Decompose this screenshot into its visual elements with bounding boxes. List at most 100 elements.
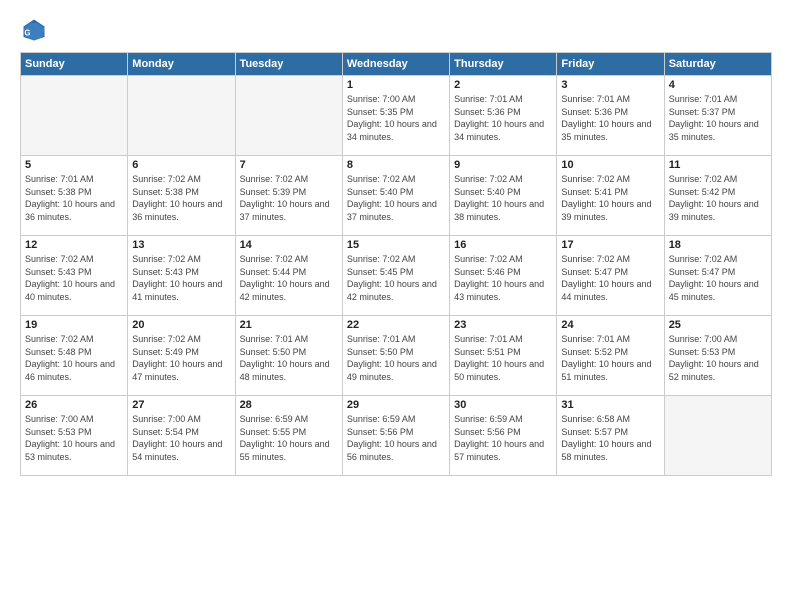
logo: G	[20, 16, 52, 44]
page: G SundayMondayTuesdayWednesdayThursdayFr…	[0, 0, 792, 612]
day-info: Sunrise: 7:02 AMSunset: 5:38 PMDaylight:…	[132, 173, 230, 223]
day-number: 5	[25, 159, 123, 171]
calendar-table: SundayMondayTuesdayWednesdayThursdayFrid…	[20, 52, 772, 476]
day-number: 10	[561, 159, 659, 171]
day-info: Sunrise: 7:01 AMSunset: 5:37 PMDaylight:…	[669, 93, 767, 143]
day-number: 26	[25, 399, 123, 411]
day-info: Sunrise: 7:00 AMSunset: 5:53 PMDaylight:…	[669, 333, 767, 383]
day-number: 24	[561, 319, 659, 331]
day-number: 13	[132, 239, 230, 251]
calendar-cell: 30Sunrise: 6:59 AMSunset: 5:56 PMDayligh…	[450, 396, 557, 476]
day-number: 20	[132, 319, 230, 331]
calendar-cell: 6Sunrise: 7:02 AMSunset: 5:38 PMDaylight…	[128, 156, 235, 236]
calendar-cell: 5 Sunrise: 7:01 AMSunset: 5:38 PMDaylight…	[21, 156, 128, 236]
day-info: Sunrise: 7:02 AMSunset: 5:43 PMDaylight:…	[132, 253, 230, 303]
day-number: 3	[561, 79, 659, 91]
weekday-header-saturday: Saturday	[664, 53, 771, 76]
calendar-cell: 11 Sunrise: 7:02 AMSunset: 5:42 PMDayligh…	[664, 156, 771, 236]
calendar-cell: 20 Sunrise: 7:02 AMSunset: 5:49 PMDayligh…	[128, 316, 235, 396]
week-row-1: 5 Sunrise: 7:01 AMSunset: 5:38 PMDaylight…	[21, 156, 772, 236]
day-number: 25	[669, 319, 767, 331]
week-row-3: 19Sunrise: 7:02 AMSunset: 5:48 PMDayligh…	[21, 316, 772, 396]
calendar-cell: 21Sunrise: 7:01 AMSunset: 5:50 PMDayligh…	[235, 316, 342, 396]
calendar-cell	[664, 396, 771, 476]
calendar-cell: 16 Sunrise: 7:02 AMSunset: 5:46 PMDayligh…	[450, 236, 557, 316]
day-info: Sunrise: 7:02 AMSunset: 5:47 PMDaylight:…	[669, 253, 767, 303]
day-info: Sunrise: 7:02 AMSunset: 5:46 PMDaylight:…	[454, 253, 552, 303]
day-info: Sunrise: 7:02 AMSunset: 5:42 PMDaylight:…	[669, 173, 767, 223]
weekday-header-thursday: Thursday	[450, 53, 557, 76]
day-number: 16	[454, 239, 552, 251]
day-info: Sunrise: 7:02 AMSunset: 5:40 PMDaylight:…	[347, 173, 445, 223]
day-number: 17	[561, 239, 659, 251]
day-info: Sunrise: 6:59 AMSunset: 5:56 PMDaylight:…	[347, 413, 445, 463]
day-info: Sunrise: 7:02 AMSunset: 5:45 PMDaylight:…	[347, 253, 445, 303]
day-info: Sunrise: 7:02 AMSunset: 5:39 PMDaylight:…	[240, 173, 338, 223]
day-number: 9	[454, 159, 552, 171]
day-number: 12	[25, 239, 123, 251]
day-number: 7	[240, 159, 338, 171]
day-number: 22	[347, 319, 445, 331]
calendar-cell: 1 Sunrise: 7:00 AMSunset: 5:35 PMDaylight…	[342, 76, 449, 156]
calendar-cell: 15 Sunrise: 7:02 AMSunset: 5:45 PMDayligh…	[342, 236, 449, 316]
day-number: 28	[240, 399, 338, 411]
calendar-cell: 8 Sunrise: 7:02 AMSunset: 5:40 PMDaylight…	[342, 156, 449, 236]
day-number: 21	[240, 319, 338, 331]
calendar-cell: 10 Sunrise: 7:02 AMSunset: 5:41 PMDayligh…	[557, 156, 664, 236]
day-info: Sunrise: 6:59 AMSunset: 5:56 PMDaylight:…	[454, 413, 552, 463]
day-number: 15	[347, 239, 445, 251]
day-number: 14	[240, 239, 338, 251]
day-info: Sunrise: 7:01 AMSunset: 5:51 PMDaylight:…	[454, 333, 552, 383]
calendar-cell: 29Sunrise: 6:59 AMSunset: 5:56 PMDayligh…	[342, 396, 449, 476]
day-info: Sunrise: 7:01 AMSunset: 5:52 PMDaylight:…	[561, 333, 659, 383]
calendar-cell: 14 Sunrise: 7:02 AMSunset: 5:44 PMDayligh…	[235, 236, 342, 316]
calendar-cell: 22 Sunrise: 7:01 AMSunset: 5:50 PMDayligh…	[342, 316, 449, 396]
calendar-cell: 25 Sunrise: 7:00 AMSunset: 5:53 PMDayligh…	[664, 316, 771, 396]
calendar-cell: 4Sunrise: 7:01 AMSunset: 5:37 PMDaylight…	[664, 76, 771, 156]
day-number: 31	[561, 399, 659, 411]
calendar-cell: 26 Sunrise: 7:00 AMSunset: 5:53 PMDayligh…	[21, 396, 128, 476]
day-info: Sunrise: 7:00 AMSunset: 5:53 PMDaylight:…	[25, 413, 123, 463]
calendar-cell: 24 Sunrise: 7:01 AMSunset: 5:52 PMDayligh…	[557, 316, 664, 396]
calendar-cell: 3 Sunrise: 7:01 AMSunset: 5:36 PMDaylight…	[557, 76, 664, 156]
week-row-0: 1 Sunrise: 7:00 AMSunset: 5:35 PMDaylight…	[21, 76, 772, 156]
day-info: Sunrise: 7:02 AMSunset: 5:43 PMDaylight:…	[25, 253, 123, 303]
calendar-cell	[21, 76, 128, 156]
weekday-header-friday: Friday	[557, 53, 664, 76]
week-row-4: 26 Sunrise: 7:00 AMSunset: 5:53 PMDayligh…	[21, 396, 772, 476]
logo-icon: G	[20, 16, 48, 44]
day-info: Sunrise: 7:01 AMSunset: 5:50 PMDaylight:…	[347, 333, 445, 383]
calendar-cell: 18 Sunrise: 7:02 AMSunset: 5:47 PMDayligh…	[664, 236, 771, 316]
day-info: Sunrise: 7:02 AMSunset: 5:40 PMDaylight:…	[454, 173, 552, 223]
weekday-header-row: SundayMondayTuesdayWednesdayThursdayFrid…	[21, 53, 772, 76]
calendar-cell	[128, 76, 235, 156]
day-info: Sunrise: 7:02 AMSunset: 5:49 PMDaylight:…	[132, 333, 230, 383]
day-info: Sunrise: 7:02 AMSunset: 5:44 PMDaylight:…	[240, 253, 338, 303]
week-row-2: 12 Sunrise: 7:02 AMSunset: 5:43 PMDayligh…	[21, 236, 772, 316]
calendar-cell: 19Sunrise: 7:02 AMSunset: 5:48 PMDayligh…	[21, 316, 128, 396]
day-info: Sunrise: 6:58 AMSunset: 5:57 PMDaylight:…	[561, 413, 659, 463]
calendar-cell: 28 Sunrise: 6:59 AMSunset: 5:55 PMDayligh…	[235, 396, 342, 476]
weekday-header-tuesday: Tuesday	[235, 53, 342, 76]
day-number: 19	[25, 319, 123, 331]
calendar-cell: 13 Sunrise: 7:02 AMSunset: 5:43 PMDayligh…	[128, 236, 235, 316]
day-number: 27	[132, 399, 230, 411]
day-info: Sunrise: 6:59 AMSunset: 5:55 PMDaylight:…	[240, 413, 338, 463]
day-number: 1	[347, 79, 445, 91]
day-info: Sunrise: 7:01 AMSunset: 5:36 PMDaylight:…	[561, 93, 659, 143]
calendar-cell: 17 Sunrise: 7:02 AMSunset: 5:47 PMDayligh…	[557, 236, 664, 316]
calendar-cell	[235, 76, 342, 156]
day-number: 18	[669, 239, 767, 251]
day-number: 11	[669, 159, 767, 171]
day-number: 23	[454, 319, 552, 331]
day-info: Sunrise: 7:02 AMSunset: 5:47 PMDaylight:…	[561, 253, 659, 303]
day-number: 8	[347, 159, 445, 171]
calendar-cell: 12 Sunrise: 7:02 AMSunset: 5:43 PMDayligh…	[21, 236, 128, 316]
calendar-cell: 7 Sunrise: 7:02 AMSunset: 5:39 PMDaylight…	[235, 156, 342, 236]
day-info: Sunrise: 7:02 AMSunset: 5:41 PMDaylight:…	[561, 173, 659, 223]
weekday-header-monday: Monday	[128, 53, 235, 76]
header: G	[20, 16, 772, 44]
day-info: Sunrise: 7:00 AMSunset: 5:35 PMDaylight:…	[347, 93, 445, 143]
calendar-cell: 23 Sunrise: 7:01 AMSunset: 5:51 PMDayligh…	[450, 316, 557, 396]
day-info: Sunrise: 7:01 AMSunset: 5:38 PMDaylight:…	[25, 173, 123, 223]
